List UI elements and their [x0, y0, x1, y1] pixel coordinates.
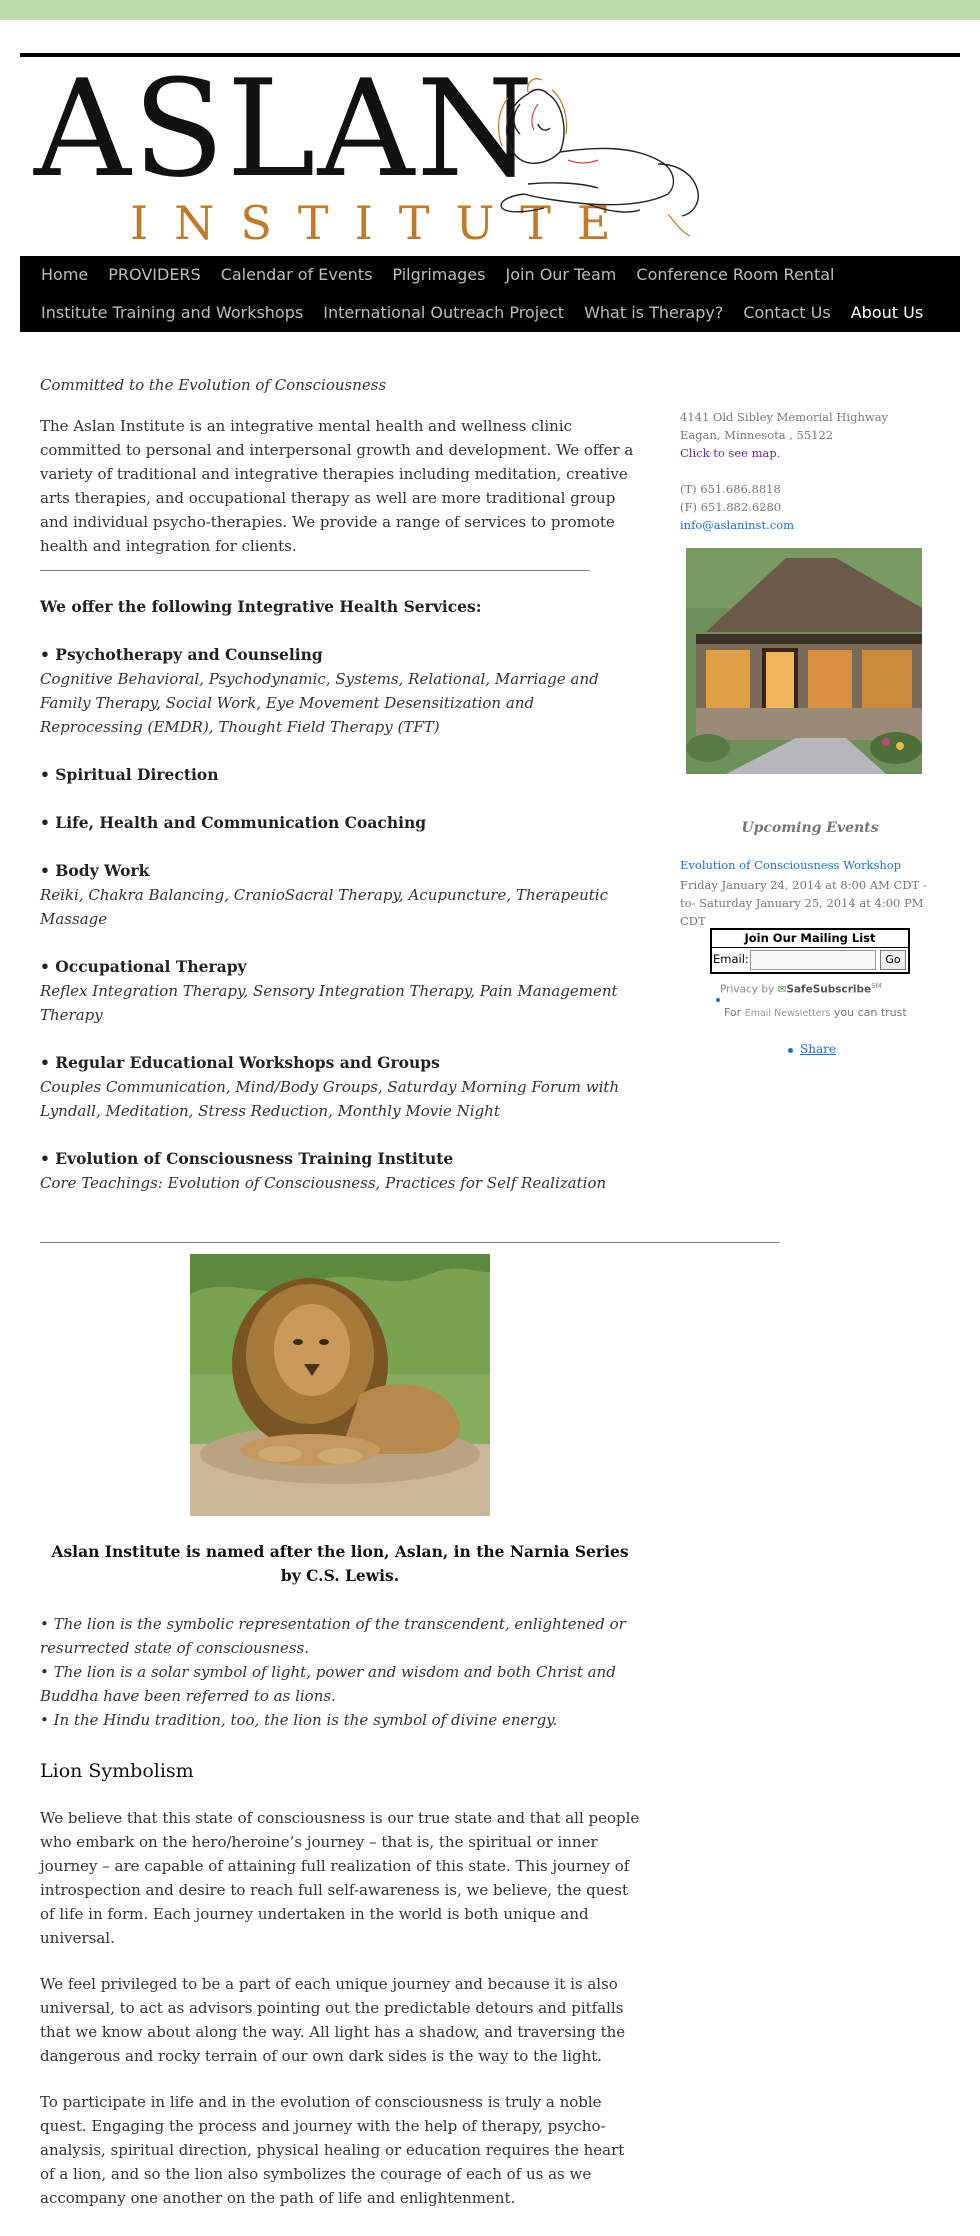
trust-post: you can trust — [833, 1006, 907, 1019]
privacy-by: Privacy by ✉SafeSubscribeSM — [720, 982, 882, 996]
tagline: Committed to the Evolution of Consciousn… — [40, 376, 387, 394]
intro-paragraph: The Aslan Institute is an integrative me… — [40, 417, 634, 555]
lion-photo — [190, 1254, 490, 1516]
list-item: • In the Hindu tradition, too, the lion … — [40, 1711, 558, 1729]
nav-join-our-team[interactable]: Join Our Team — [485, 256, 617, 294]
service-description: Core Teachings: Evolution of Consciousne… — [40, 1174, 607, 1192]
nav-home[interactable]: Home — [20, 256, 88, 294]
mailing-list-form: Join Our Mailing List Email: Go — [710, 928, 910, 974]
site-logo[interactable]: ASLAN INSTITUTE — [28, 51, 699, 250]
service-item: • Spiritual Direction — [40, 763, 640, 787]
service-title: • Life, Health and Communication Coachin… — [40, 813, 427, 832]
privacy-label: Privacy by — [720, 983, 775, 996]
main-navigation: Home PROVIDERS Calendar of Events Pilgrimag… — [20, 256, 960, 332]
about-aslan-section: Aslan Institute is named after the lion,… — [40, 1540, 640, 2210]
trust-pre: For — [724, 1006, 742, 1019]
service-title: • Evolution of Consciousness Training In… — [40, 1149, 454, 1168]
nav-institute-training[interactable]: Institute Training and Workshops — [20, 294, 303, 332]
divider — [40, 1242, 780, 1243]
nav-about-us[interactable]: About Us — [830, 294, 923, 332]
nav-conference-room-rental[interactable]: Conference Room Rental — [615, 256, 834, 294]
nav-contact-us[interactable]: Contact Us — [722, 294, 830, 332]
divider — [40, 570, 590, 571]
paragraph: We feel privileged to be a part of each … — [40, 1975, 626, 2065]
email-label: Email: — [713, 952, 749, 966]
email-field[interactable] — [750, 950, 876, 970]
service-item: • Occupational Therapy Reflex Integratio… — [40, 955, 640, 1027]
lion-sketch-icon — [498, 78, 699, 237]
service-item: • Life, Health and Communication Coachin… — [40, 811, 640, 835]
event-date: Friday January 24, 2014 at 8:00 AM CDT -… — [680, 878, 927, 928]
service-mark: SM — [871, 982, 882, 990]
lion-symbolism-heading: Lion Symbolism — [40, 1760, 194, 1782]
email-link[interactable]: info@aslaninst.com — [680, 516, 940, 534]
service-item: • Regular Educational Workshops and Grou… — [40, 1051, 640, 1123]
address-line-2: Eagan, Minnesota , 55122 — [680, 428, 834, 442]
service-title: • Psychotherapy and Counseling — [40, 645, 323, 664]
building-photo — [686, 548, 922, 774]
email-newsletters-link[interactable]: Email Newsletters — [745, 1008, 831, 1019]
service-item: • Evolution of Consciousness Training In… — [40, 1147, 640, 1195]
lion-bullets: • The lion is the symbolic representatio… — [40, 1612, 640, 1732]
fax-number: (F) 651.882.6280 — [680, 500, 782, 514]
list-item: • The lion is the symbolic representatio… — [40, 1615, 626, 1657]
service-title: • Spiritual Direction — [40, 765, 219, 784]
service-item: • Psychotherapy and Counseling Cognitive… — [40, 643, 640, 739]
service-item: • Body Work Reiki, Chakra Balancing, Cra… — [40, 859, 640, 931]
bullet-icon — [716, 998, 720, 1002]
go-button[interactable]: Go — [880, 950, 906, 970]
lion-photo-illustration — [190, 1254, 490, 1516]
nav-international-outreach[interactable]: International Outreach Project — [302, 294, 564, 332]
upcoming-events-heading: Upcoming Events — [741, 820, 879, 836]
trust-line: For Email Newsletters you can trust — [724, 1006, 907, 1019]
paragraph: To participate in life and in the evolut… — [40, 2093, 625, 2207]
nav-providers[interactable]: PROVIDERS — [87, 256, 200, 294]
sidebar: 4141 Old Sibley Memorial Highway Eagan, … — [680, 408, 940, 1056]
mailing-list-title: Join Our Mailing List — [712, 930, 908, 948]
named-after-heading: Aslan Institute is named after the lion,… — [51, 1542, 629, 1585]
nav-row-2: Institute Training and Workshops Internat… — [20, 294, 960, 332]
nav-pilgrimages[interactable]: Pilgrimages — [371, 256, 485, 294]
share-link[interactable]: Share — [800, 1042, 836, 1056]
building-illustration — [686, 548, 922, 774]
service-description: Reiki, Chakra Balancing, CranioSacral Th… — [40, 886, 608, 928]
nav-what-is-therapy[interactable]: What is Therapy? — [563, 294, 723, 332]
main-content: Committed to the Evolution of Consciousn… — [40, 372, 640, 1195]
nav-row-1: Home PROVIDERS Calendar of Events Pilgrimag… — [20, 256, 960, 294]
nav-calendar-of-events[interactable]: Calendar of Events — [200, 256, 373, 294]
service-description: Reflex Integration Therapy, Sensory Inte… — [40, 982, 618, 1024]
services-heading: We offer the following Integrative Healt… — [40, 597, 482, 616]
service-title: • Regular Educational Workshops and Grou… — [40, 1053, 440, 1072]
service-description: Cognitive Behavioral, Psychodynamic, Sys… — [40, 670, 599, 736]
list-item: • The lion is a solar symbol of light, p… — [40, 1663, 616, 1705]
top-color-bar — [0, 0, 980, 20]
logo-word: ASLAN — [34, 51, 536, 207]
bullet-icon — [788, 1048, 793, 1053]
service-description: Couples Communication, Mind/Body Groups,… — [40, 1078, 620, 1120]
safesubscribe-label[interactable]: SafeSubscribe — [786, 984, 871, 996]
paragraph: We believe that this state of consciousn… — [40, 1809, 640, 1947]
map-link[interactable]: Click to see map. — [680, 444, 940, 462]
phone-number: (T) 651.686.8818 — [680, 482, 781, 496]
address-line-1: 4141 Old Sibley Memorial Highway — [680, 410, 889, 424]
service-title: • Body Work — [40, 861, 150, 880]
event-link[interactable]: Evolution of Consciousness Workshop — [680, 858, 901, 872]
service-title: • Occupational Therapy — [40, 957, 247, 976]
